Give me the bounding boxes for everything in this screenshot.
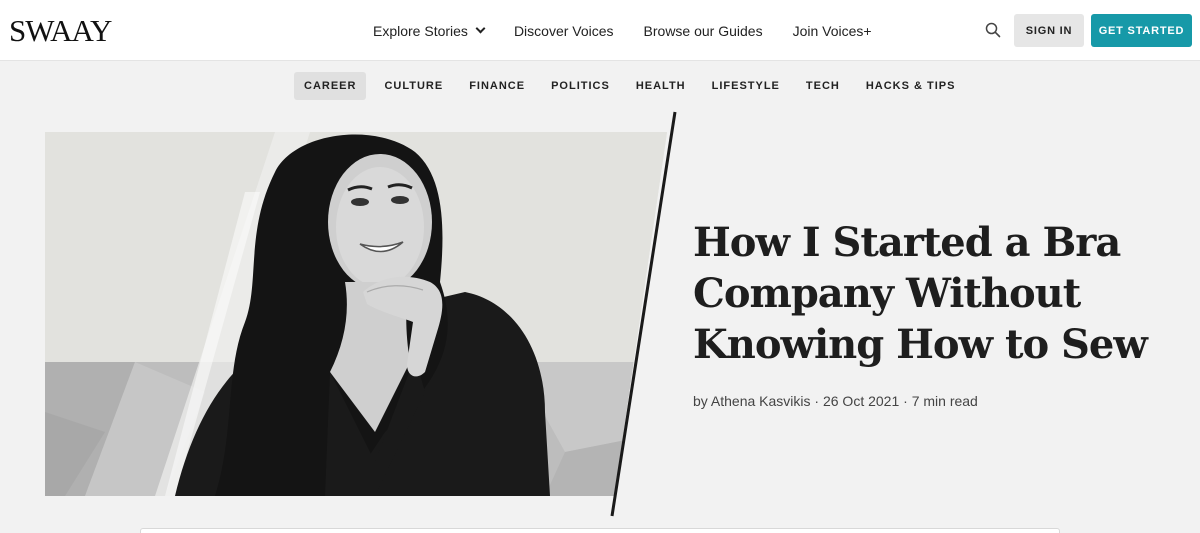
main-nav: Explore Stories Discover Voices Browse o… — [373, 0, 872, 61]
search-icon[interactable] — [985, 22, 1001, 38]
article-title-line: Knowing How to Sew — [693, 321, 1148, 368]
article-title-line: Company Without — [693, 270, 1081, 317]
category-tab-career[interactable]: CAREER — [294, 72, 367, 100]
get-started-button[interactable]: GET STARTED — [1091, 14, 1192, 47]
category-tabs: CAREER CULTURE FINANCE POLITICS HEALTH L… — [294, 71, 963, 101]
top-navigation-bar: SWAAY Explore Stories Discover Voices Br… — [0, 0, 1200, 61]
category-tab-hacks-tips[interactable]: HACKS & TIPS — [858, 72, 964, 100]
category-tab-health[interactable]: HEALTH — [628, 72, 694, 100]
author-name[interactable]: by Athena Kasvikis — [693, 393, 811, 409]
nav-discover-voices[interactable]: Discover Voices — [514, 23, 614, 39]
category-tab-culture[interactable]: CULTURE — [376, 72, 451, 100]
chevron-down-icon — [475, 23, 486, 34]
site-logo[interactable]: SWAAY — [9, 15, 112, 46]
nav-explore-stories[interactable]: Explore Stories — [373, 22, 486, 39]
read-time: 7 min read — [911, 393, 978, 409]
category-tab-lifestyle[interactable]: LIFESTYLE — [704, 72, 788, 100]
article-title[interactable]: How I Started a Bra Company Without Know… — [693, 217, 1173, 370]
article-byline: by Athena Kasvikis · 26 Oct 2021 · 7 min… — [693, 393, 978, 409]
byline-separator: · — [814, 393, 823, 409]
content-card-edge — [140, 528, 1060, 533]
nav-browse-guides[interactable]: Browse our Guides — [644, 23, 763, 39]
byline-separator: · — [903, 393, 912, 409]
hero-image[interactable] — [45, 132, 667, 496]
category-tab-politics[interactable]: POLITICS — [543, 72, 618, 100]
nav-explore-stories-label: Explore Stories — [373, 22, 468, 39]
publish-date: 26 Oct 2021 — [822, 393, 900, 409]
category-tab-tech[interactable]: TECH — [798, 72, 848, 100]
nav-join-voices-plus[interactable]: Join Voices+ — [793, 23, 872, 39]
article-title-line: How I Started a Bra — [693, 219, 1121, 266]
sign-in-button[interactable]: SIGN IN — [1014, 14, 1084, 47]
category-tab-finance[interactable]: FINANCE — [461, 72, 533, 100]
